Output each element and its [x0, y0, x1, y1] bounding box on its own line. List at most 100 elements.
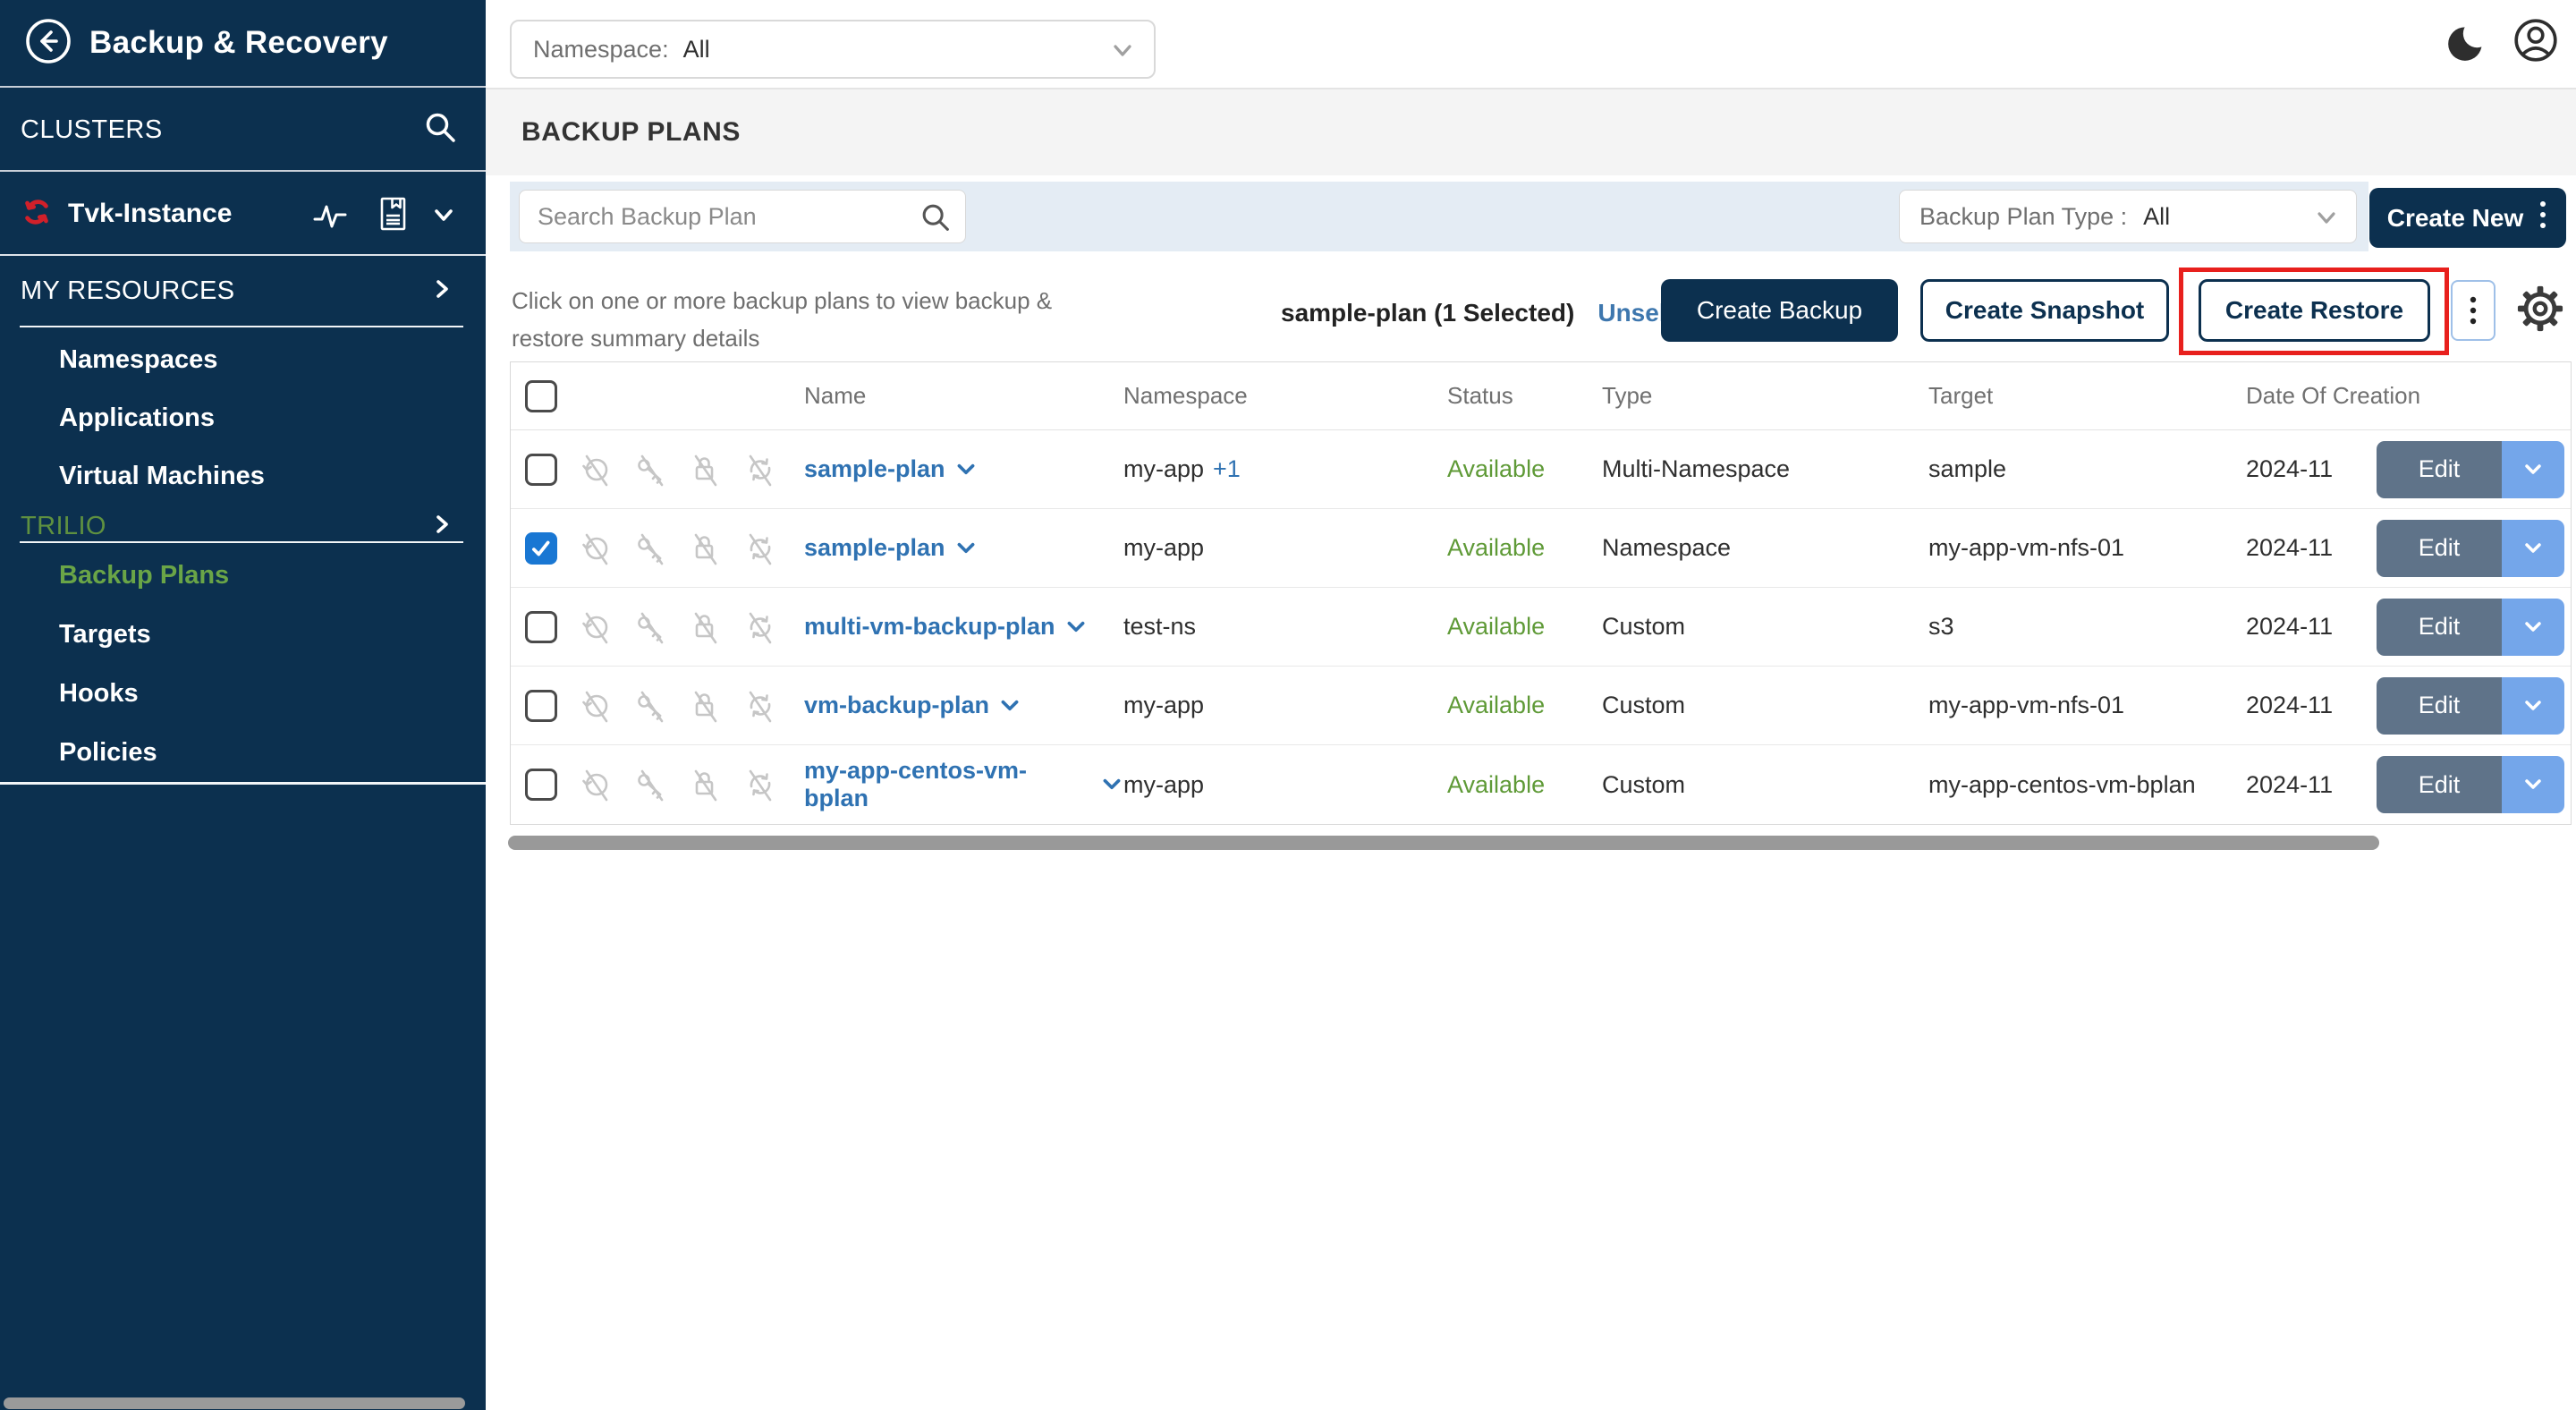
- schedule-disabled-icon: [579, 452, 614, 488]
- status-value: Available: [1447, 771, 1602, 799]
- namespace-select-value: All: [683, 36, 710, 64]
- backup-plan-link[interactable]: multi-vm-backup-plan: [804, 613, 1088, 641]
- edit-dropdown-toggle[interactable]: [2502, 599, 2564, 656]
- lock-disabled-icon: [688, 531, 724, 566]
- row-checkbox[interactable]: [525, 454, 557, 486]
- table-row[interactable]: sample-plan my-app Available Namespace m…: [511, 509, 2571, 588]
- edit-button[interactable]: Edit: [2377, 441, 2564, 498]
- row-checkbox[interactable]: [525, 690, 557, 722]
- sidebar-item-virtual-machines[interactable]: Virtual Machines: [0, 446, 486, 505]
- edit-button[interactable]: Edit: [2377, 677, 2564, 735]
- clusters-label: CLUSTERS: [21, 115, 163, 145]
- backup-plan-link[interactable]: vm-backup-plan: [804, 692, 1021, 719]
- encryption-key-disabled-icon: [633, 688, 669, 724]
- lock-disabled-icon: [688, 767, 724, 803]
- date-value: 2024-11: [2246, 692, 2377, 719]
- instance-chevron-down-icon[interactable]: [430, 174, 457, 256]
- create-restore-button[interactable]: Create Restore: [2199, 279, 2430, 342]
- sidebar-item-namespaces[interactable]: Namespaces: [0, 330, 486, 389]
- row-checkbox[interactable]: [525, 611, 557, 643]
- create-new-button[interactable]: Create New: [2369, 188, 2566, 248]
- column-header-name: Name: [804, 382, 1123, 410]
- trilio-label: TRILIO: [21, 512, 106, 541]
- status-value: Available: [1447, 534, 1602, 562]
- edit-button[interactable]: Edit: [2377, 520, 2564, 577]
- row-checkbox[interactable]: [525, 769, 557, 801]
- divider: [20, 326, 463, 327]
- create-backup-button[interactable]: Create Backup: [1661, 279, 1898, 342]
- table-row[interactable]: my-app-centos-vm-bplan my-app Available …: [511, 745, 2571, 824]
- edit-button[interactable]: Edit: [2377, 756, 2564, 813]
- schedule-disabled-icon: [579, 767, 614, 803]
- settings-gear-icon[interactable]: [2516, 285, 2564, 337]
- report-icon[interactable]: [377, 174, 411, 256]
- clusters-section: CLUSTERS: [0, 89, 486, 172]
- sidebar-item-policies[interactable]: Policies: [0, 723, 486, 782]
- sidebar-item-applications[interactable]: Applications: [0, 388, 486, 447]
- target-value: my-app-vm-nfs-01: [1928, 692, 2246, 719]
- sync-disabled-icon: [742, 452, 778, 488]
- search-input[interactable]: [519, 190, 966, 243]
- target-value: sample: [1928, 455, 2246, 483]
- sync-disabled-icon: [742, 609, 778, 645]
- column-header-type: Type: [1602, 382, 1928, 410]
- edit-dropdown-toggle[interactable]: [2502, 677, 2564, 735]
- edit-dropdown-toggle[interactable]: [2502, 441, 2564, 498]
- namespace-value: my-app: [1123, 692, 1204, 719]
- backup-plan-link[interactable]: sample-plan: [804, 455, 978, 483]
- namespace-select-label: Namespace:: [533, 36, 669, 64]
- dark-mode-toggle-icon[interactable]: [2445, 20, 2489, 69]
- my-resources-header[interactable]: MY RESOURCES: [0, 258, 486, 324]
- search-wrap: [519, 190, 966, 243]
- type-select-value: All: [2143, 203, 2170, 231]
- date-value: 2024-11: [2246, 771, 2377, 799]
- column-header-target: Target: [1928, 382, 2246, 410]
- table-row[interactable]: sample-plan my-app+1 Available Multi-Nam…: [511, 430, 2571, 509]
- edit-dropdown-toggle[interactable]: [2502, 756, 2564, 813]
- target-value: my-app-centos-vm-bplan: [1928, 771, 2246, 799]
- sidebar-item-targets[interactable]: Targets: [0, 605, 486, 664]
- row-checkbox[interactable]: [525, 532, 557, 565]
- sync-disabled-icon: [742, 688, 778, 724]
- sync-disabled-icon: [742, 767, 778, 803]
- create-snapshot-button[interactable]: Create Snapshot: [1920, 279, 2169, 342]
- search-icon[interactable]: [421, 109, 459, 151]
- topbar: Namespace: All: [486, 0, 2576, 89]
- chevron-down-icon: [954, 537, 978, 560]
- chevron-right-icon: [428, 276, 455, 307]
- backup-plan-link[interactable]: sample-plan: [804, 534, 978, 562]
- more-actions-button[interactable]: [2451, 280, 2496, 341]
- cluster-instance-row[interactable]: Tvk-Instance: [0, 174, 486, 256]
- monitoring-pulse-icon[interactable]: [310, 174, 350, 256]
- table-row[interactable]: vm-backup-plan my-app Available Custom m…: [511, 667, 2571, 745]
- namespace-extra-badge[interactable]: +1: [1213, 455, 1241, 483]
- chevron-right-icon: [428, 511, 455, 542]
- table-row[interactable]: multi-vm-backup-plan test-ns Available C…: [511, 588, 2571, 667]
- chevron-down-icon: [1100, 773, 1123, 796]
- app-title: Backup & Recovery: [89, 25, 388, 61]
- sidebar-item-hooks[interactable]: Hooks: [0, 664, 486, 723]
- main-content: Namespace: All BAC: [486, 0, 2576, 1410]
- edit-dropdown-toggle[interactable]: [2502, 520, 2564, 577]
- scrollbar-thumb[interactable]: [508, 836, 2379, 850]
- backup-plan-link[interactable]: my-app-centos-vm-bplan: [804, 757, 1123, 812]
- sidebar-item-backup-plans[interactable]: Backup Plans: [0, 546, 486, 605]
- date-value: 2024-11: [2246, 455, 2377, 483]
- selection-hint: Click on one or more backup plans to vie…: [512, 282, 1052, 357]
- backup-plan-type-select[interactable]: Backup Plan Type : All: [1899, 190, 2357, 243]
- namespace-select[interactable]: Namespace: All: [510, 20, 1156, 79]
- back-icon[interactable]: [23, 16, 73, 71]
- divider: [20, 541, 463, 543]
- edit-button[interactable]: Edit: [2377, 599, 2564, 656]
- user-account-icon[interactable]: [2512, 16, 2560, 69]
- type-select-label: Backup Plan Type :: [1919, 203, 2127, 231]
- sidebar-horizontal-scrollbar[interactable]: [4, 1397, 465, 1409]
- lock-disabled-icon: [688, 609, 724, 645]
- encryption-key-disabled-icon: [633, 609, 669, 645]
- encryption-key-disabled-icon: [633, 767, 669, 803]
- namespace-value: my-app: [1123, 534, 1204, 562]
- namespace-value: my-app: [1123, 455, 1204, 483]
- create-new-label: Create New: [2387, 204, 2524, 233]
- search-icon[interactable]: [918, 200, 953, 241]
- select-all-checkbox[interactable]: [525, 380, 557, 412]
